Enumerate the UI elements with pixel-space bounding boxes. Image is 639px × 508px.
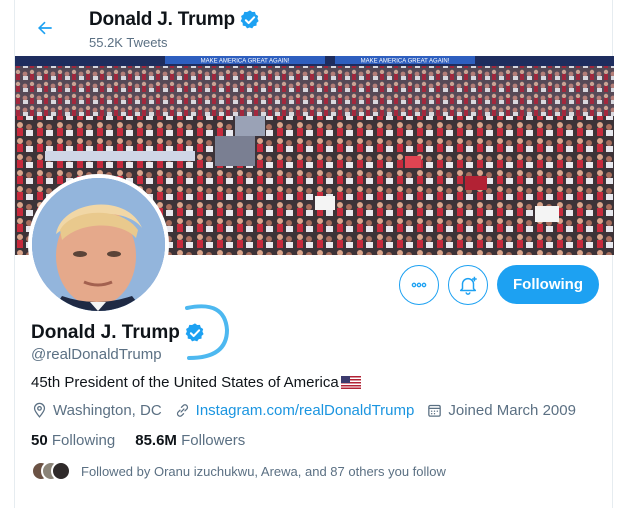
location-item: Washington, DC (31, 402, 162, 419)
bio-text: 45th President of the United States of A… (31, 374, 339, 391)
profile-name-text: Donald J. Trump (31, 322, 180, 343)
header-title: Donald J. Trump (89, 9, 261, 31)
avatar-photo (32, 178, 165, 311)
profile-panel: Donald J. Trump 55.2K Tweets MAKE AMERIC… (14, 0, 614, 508)
highlight-annotation-stroke (185, 304, 230, 360)
mini-avatar (51, 461, 71, 481)
profile-handle: @realDonaldTrump (31, 346, 162, 363)
verified-badge-icon (240, 10, 259, 29)
profile-meta: Washington, DC Instagram.com/realDonaldT… (31, 402, 588, 419)
followed-by-text: Followed by Oranu izuchukwu, Arewa, and … (81, 463, 446, 479)
notification-bell-icon (459, 276, 477, 295)
followers-label: Followers (181, 432, 246, 449)
website-link[interactable]: Instagram.com/realDonaldTrump (196, 402, 415, 419)
link-icon (176, 404, 188, 417)
tweet-count: 55.2K Tweets (89, 35, 168, 50)
back-arrow-icon (38, 21, 52, 35)
follower-avatars (31, 461, 71, 481)
followers-count-link[interactable]: 85.6M Followers (135, 432, 245, 449)
location-text: Washington, DC (53, 402, 162, 419)
profile-header-bar: Donald J. Trump 55.2K Tweets (15, 0, 614, 56)
following-button[interactable]: Following (497, 265, 599, 304)
profile-bio: 45th President of the United States of A… (31, 374, 361, 391)
follow-stats: 50 Following 85.6M Followers (31, 432, 265, 449)
header-name-text: Donald J. Trump (89, 9, 235, 30)
more-options-button[interactable] (399, 265, 439, 305)
banner-sign-1: MAKE AMERICA GREAT AGAIN! (201, 59, 290, 65)
website-item: Instagram.com/realDonaldTrump (174, 402, 415, 419)
notifications-button[interactable] (448, 265, 488, 305)
more-options-icon (411, 282, 427, 288)
followed-by-row[interactable]: Followed by Oranu izuchukwu, Arewa, and … (31, 461, 446, 481)
joined-text: Joined March 2009 (448, 402, 576, 419)
followers-count: 85.6M (135, 432, 177, 449)
profile-name: Donald J. Trump (31, 322, 206, 344)
following-count-link[interactable]: 50 Following (31, 432, 115, 449)
calendar-icon (428, 404, 442, 417)
joined-item: Joined March 2009 (426, 402, 576, 419)
profile-avatar[interactable] (28, 174, 169, 315)
following-count: 50 (31, 432, 48, 449)
following-label: Following (51, 432, 116, 449)
banner-sign-2: MAKE AMERICA GREAT AGAIN! (361, 59, 450, 65)
back-button[interactable] (29, 12, 61, 44)
us-flag-icon (340, 376, 361, 389)
location-pin-icon (33, 402, 46, 418)
